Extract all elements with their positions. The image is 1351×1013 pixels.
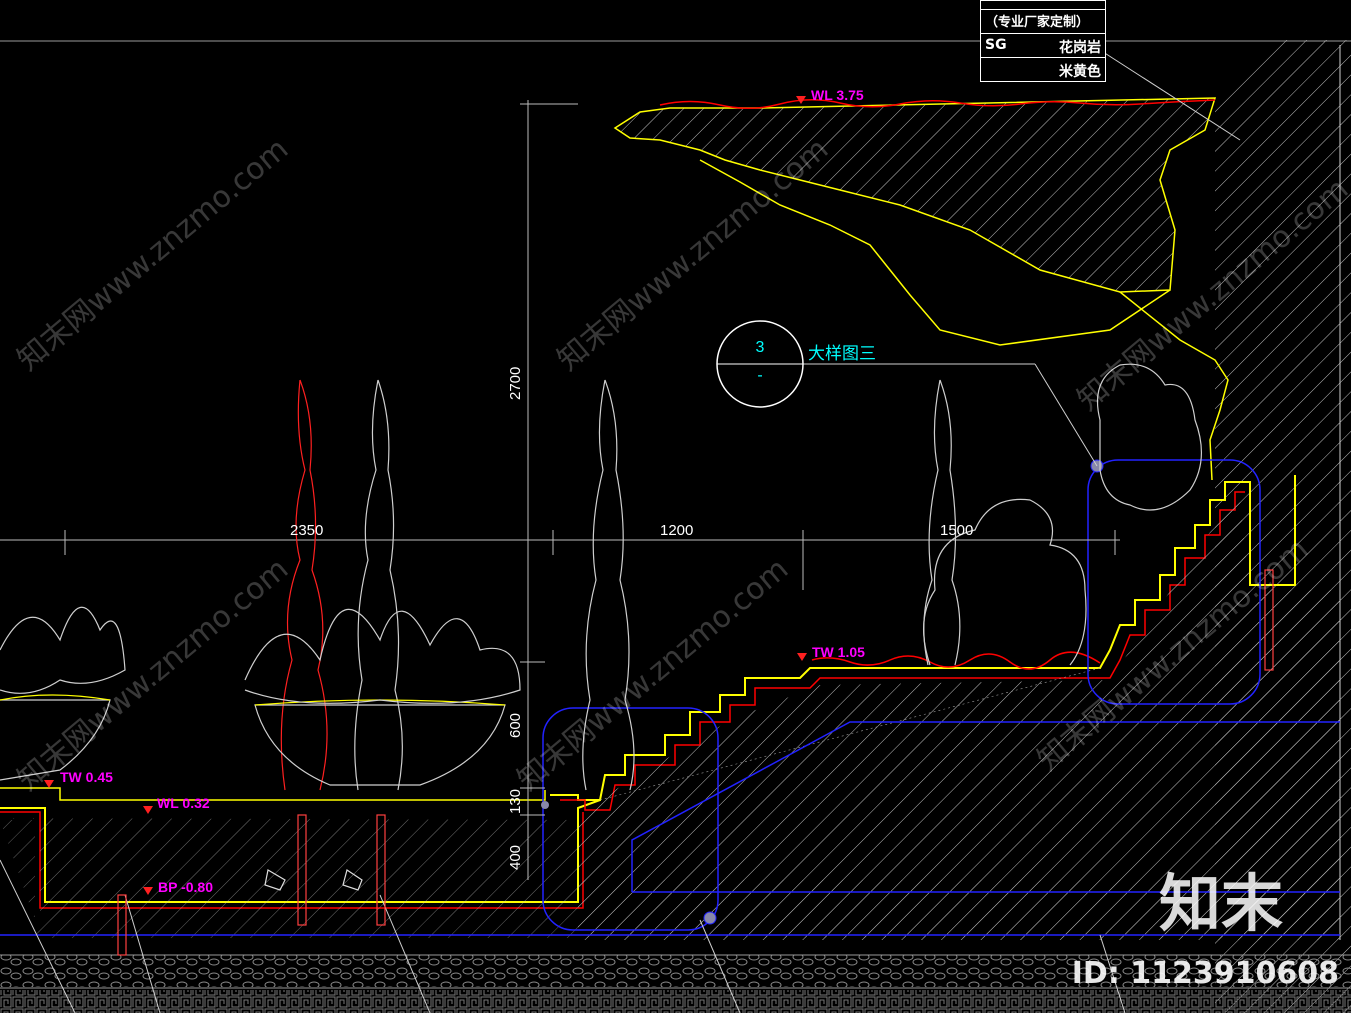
- level-wl-pool: WL 0.32: [157, 795, 210, 811]
- dim-400: 400: [507, 845, 524, 870]
- dim-1200: 1200: [660, 522, 693, 539]
- dim-130: 130: [507, 789, 524, 814]
- table-material: 花岗岩: [1059, 40, 1101, 56]
- table-color: 米黄色: [1059, 64, 1101, 80]
- image-id: ID: 1123910608: [1071, 956, 1339, 991]
- planter-bowls: [0, 606, 521, 786]
- cad-drawing: 3 - 大样图三 WL 3.75 TW 1.05 TW 0.45 WL 0.32…: [0, 40, 1351, 1013]
- dim-2700: 2700: [507, 367, 524, 400]
- callout-number: 3: [756, 339, 765, 356]
- level-tw-left: TW 0.45: [60, 769, 113, 785]
- dim-600: 600: [507, 713, 524, 738]
- level-wl-top: WL 3.75: [811, 87, 864, 103]
- brand-logo: 知末: [1158, 867, 1283, 940]
- level-tw-mid: TW 1.05: [812, 644, 865, 660]
- level-bp: BP -0.80: [158, 879, 213, 895]
- overhang-rock: [613, 97, 1229, 481]
- table-code: SG: [985, 37, 1007, 53]
- material-table: （专业厂家定制） SG 花岗岩 米黄色: [980, 0, 1106, 82]
- table-note: （专业厂家定制）: [985, 15, 1090, 30]
- dim-2350: 2350: [290, 522, 323, 539]
- dim-1500: 1500: [940, 522, 973, 539]
- callout-label: 大样图三: [808, 344, 876, 364]
- callout-sheet: -: [757, 367, 762, 384]
